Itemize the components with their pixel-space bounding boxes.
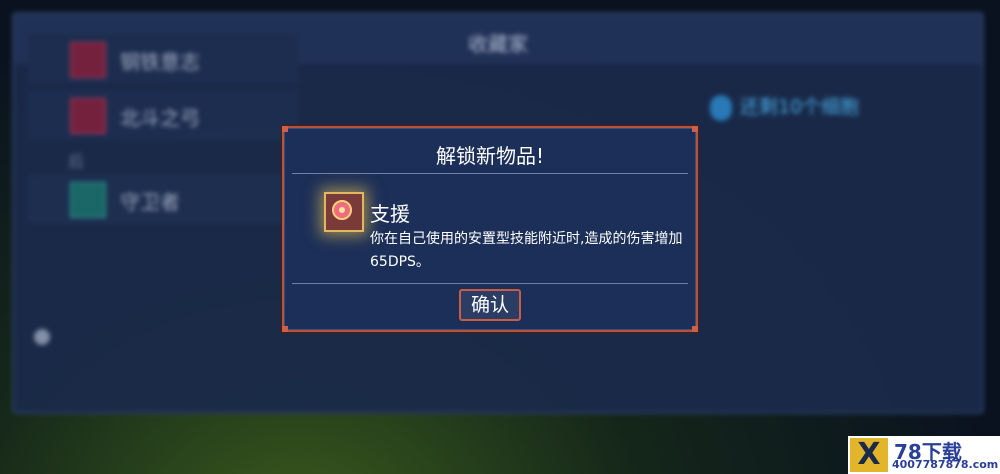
- corner-ornament: [692, 326, 698, 332]
- corner-ornament: [692, 126, 698, 132]
- watermark-phone: 4007787878.com: [892, 458, 999, 471]
- support-mutation-icon: [324, 192, 364, 232]
- item-name: 支援: [370, 202, 410, 226]
- cell-icon: [710, 94, 732, 121]
- confirm-button[interactable]: 确认: [459, 289, 521, 321]
- bow-icon: [70, 98, 106, 134]
- list-item-label: 北斗之弓: [120, 106, 200, 130]
- dialog-title: 解锁新物品!: [435, 144, 545, 168]
- divider: [292, 283, 688, 284]
- corner-ornament: [282, 326, 288, 332]
- list-item[interactable]: 北斗之弓: [28, 90, 298, 140]
- scroll-indicator[interactable]: [34, 329, 50, 345]
- watermark: X 78下载 4007787878.com: [848, 436, 1000, 474]
- list-item[interactable]: 守卫者: [28, 174, 298, 224]
- cells-remaining: 还剩10个细胞: [710, 92, 859, 121]
- item-list: 钢铁意志 北斗之弓 后 守卫者: [28, 34, 298, 230]
- divider: [292, 173, 688, 174]
- weapon-icon: [70, 42, 106, 78]
- cells-remaining-text: 还剩10个细胞: [740, 96, 860, 118]
- corner-ornament: [282, 126, 288, 132]
- list-item-label: 钢铁意志: [120, 50, 200, 74]
- list-item-label: 守卫者: [120, 190, 180, 214]
- list-item[interactable]: 钢铁意志: [28, 34, 298, 84]
- list-subheader: 后: [68, 152, 85, 171]
- skill-icon: [70, 182, 106, 218]
- item-description: 你在自己使用的安置型技能附近时,造成的伤害增加65DPS。: [370, 231, 683, 270]
- unlock-dialog: 解锁新物品! 支援 你在自己使用的安置型技能附近时,造成的伤害增加65DPS。 …: [282, 126, 698, 332]
- mutation-symbol-icon: [332, 200, 352, 220]
- watermark-logo: X: [850, 438, 888, 472]
